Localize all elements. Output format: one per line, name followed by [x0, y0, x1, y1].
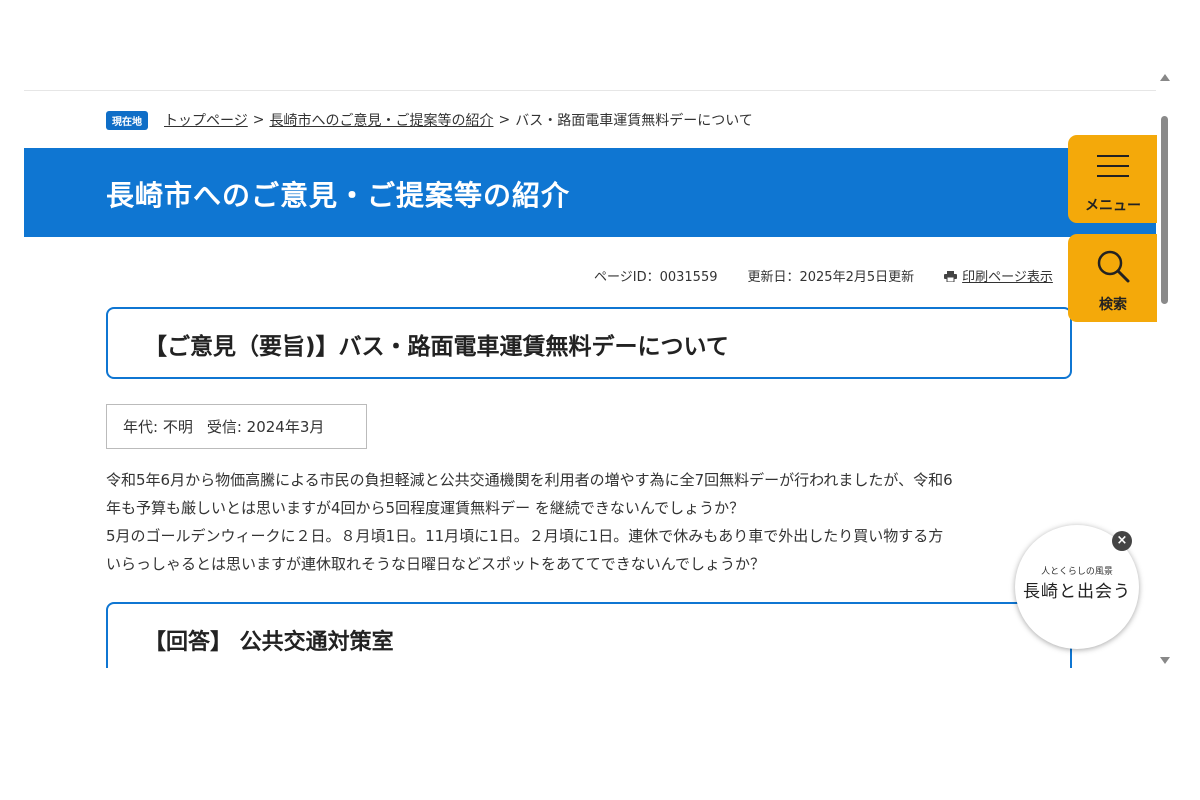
- current-location-badge: 現在地: [106, 110, 148, 130]
- opinion-heading-box: 【ご意見（要旨)】バス・路面電車運賃無料デーについて: [106, 307, 1072, 379]
- body-line: 年も予算も厳しいとは思いますが4回から5回程度運賃無料デー を継続できないんでし…: [106, 499, 745, 517]
- header-divider: [24, 90, 1156, 91]
- body-line: いらっしゃるとは思いますが連休取れそうな日曜日などスポットをあててできないんでし…: [106, 555, 765, 573]
- page-meta: ページID：0031559 更新日：2025年2月5日更新 印刷ページ表示: [594, 266, 1053, 285]
- opinion-heading: 【ご意見（要旨)】バス・路面電車運賃無料デーについて: [144, 334, 729, 360]
- updated-date: 更新日：2025年2月5日更新: [747, 270, 915, 285]
- menu-button[interactable]: メニュー: [1068, 135, 1158, 223]
- breadcrumb-link-top[interactable]: トップページ: [164, 110, 248, 130]
- body-line: 5月のゴールデンウィークに２日。８月頃1日。11月頃に1日。２月頃に1日。連休で…: [106, 527, 944, 545]
- scrollbar-thumb[interactable]: [1161, 116, 1168, 304]
- scroll-up-arrow-icon[interactable]: [1160, 74, 1170, 81]
- page-viewport: 現在地 トップページ > 長崎市へのご意見・ご提案等の紹介 > バス・路面電車運…: [0, 70, 1174, 668]
- search-button[interactable]: 検索: [1068, 234, 1158, 322]
- page-id: ページID：0031559: [594, 270, 718, 285]
- opinion-body: 令和5年6月から物価高騰による市民の負担軽減と公共交通機関を利用者の増やす為に全…: [106, 466, 1076, 578]
- promo-close-button[interactable]: ×: [1112, 531, 1132, 551]
- search-icon: [1097, 250, 1130, 283]
- answer-heading-box: 【回答】 公共交通対策室: [106, 602, 1072, 668]
- answer-heading: 【回答】 公共交通対策室: [144, 630, 394, 655]
- print-page-link[interactable]: 印刷ページ表示: [962, 266, 1053, 285]
- breadcrumb-separator: >: [252, 112, 265, 128]
- age-info: 年代: 不明: [123, 418, 193, 436]
- hamburger-menu-icon: [1097, 155, 1129, 177]
- printer-icon: [944, 270, 958, 282]
- scroll-down-arrow-icon[interactable]: [1160, 657, 1170, 664]
- breadcrumb-current: バス・路面電車運賃無料デーについて: [515, 113, 753, 129]
- banner-title: 長崎市へのご意見・ご提案等の紹介: [106, 179, 571, 212]
- promo-subtitle: 人とくらしの風景: [1041, 567, 1113, 577]
- category-banner: 長崎市へのご意見・ご提案等の紹介: [24, 148, 1156, 237]
- breadcrumb-link-opinions[interactable]: 長崎市へのご意見・ご提案等の紹介: [269, 110, 493, 130]
- promo-title: 長崎と出会う: [1023, 582, 1131, 602]
- vertical-scrollbar[interactable]: [1157, 70, 1174, 668]
- search-button-label: 検索: [1099, 297, 1127, 313]
- menu-button-label: メニュー: [1085, 198, 1141, 214]
- received-info: 受信: 2024年3月: [206, 418, 325, 436]
- breadcrumb: 現在地 トップページ > 長崎市へのご意見・ご提案等の紹介 > バス・路面電車運…: [106, 110, 753, 130]
- breadcrumb-separator: >: [498, 112, 511, 128]
- opinion-info-box: 年代: 不明 受信: 2024年3月: [106, 404, 367, 449]
- body-line: 令和5年6月から物価高騰による市民の負担軽減と公共交通機関を利用者の増やす為に全…: [106, 471, 953, 489]
